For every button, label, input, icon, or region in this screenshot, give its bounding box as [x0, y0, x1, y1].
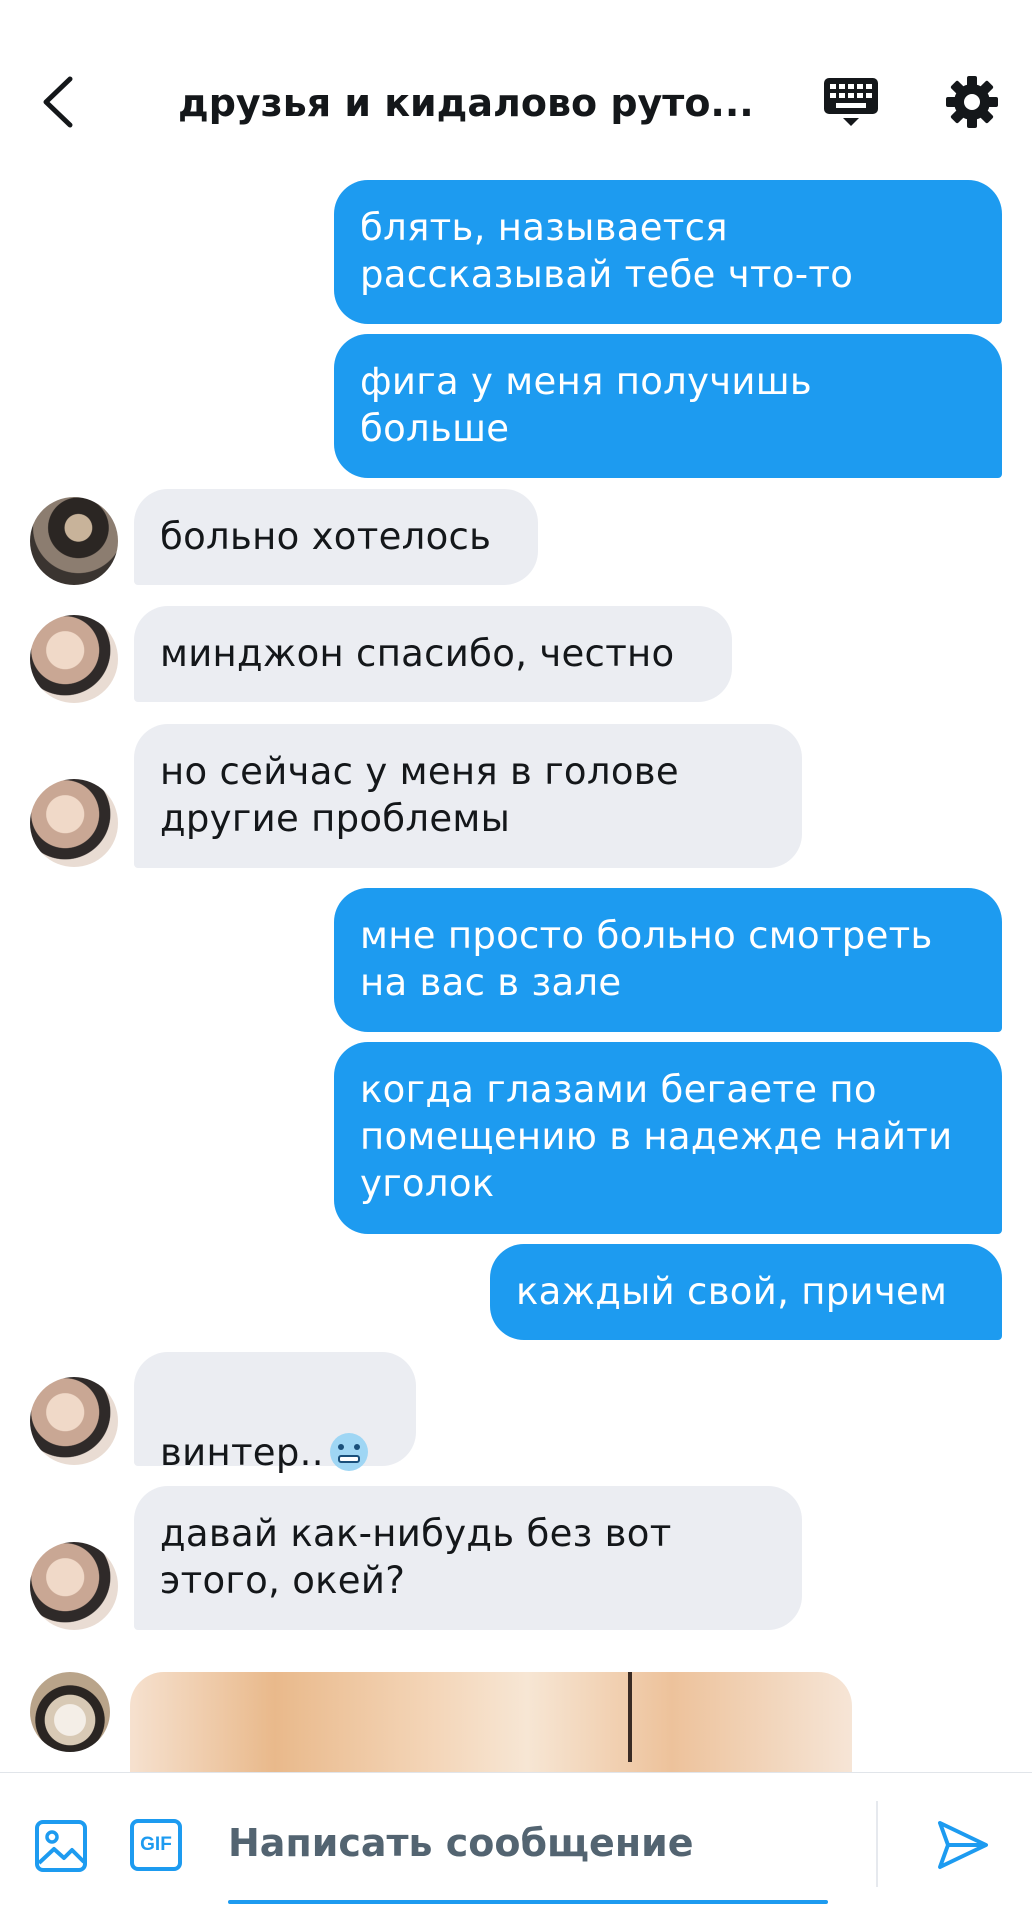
image-icon [35, 1820, 87, 1872]
send-button[interactable] [936, 1817, 990, 1877]
incoming-message[interactable]: больно хотелось [134, 489, 538, 585]
keyboard-icon [824, 78, 878, 126]
settings-button[interactable] [944, 74, 1000, 130]
add-photo-button[interactable] [34, 1819, 88, 1877]
outgoing-message[interactable]: когда глазами бегаете по помещению в над… [334, 1042, 1002, 1234]
avatar[interactable] [30, 615, 118, 703]
message-input[interactable]: Написать сообщение [228, 1811, 693, 1875]
outgoing-message[interactable]: каждый свой, причем [490, 1244, 1002, 1340]
outgoing-message[interactable]: фига у меня получишь больше [334, 334, 1002, 478]
back-button[interactable] [34, 74, 80, 130]
incoming-message[interactable]: винтер.. [134, 1352, 416, 1474]
chat-header: друзья и кидалово руто... [0, 0, 1032, 170]
gear-icon [946, 76, 998, 128]
outgoing-message[interactable]: блять, называется рассказывай тебе что-т… [334, 180, 1002, 324]
message-text: винтер.. [160, 1431, 324, 1474]
avatar[interactable] [30, 497, 118, 585]
send-icon [938, 1821, 988, 1869]
avatar[interactable] [30, 1542, 118, 1630]
avatar[interactable] [30, 779, 118, 867]
cold-face-emoji-icon [329, 1433, 368, 1471]
incoming-message[interactable]: минджон спасибо, честно [134, 606, 732, 702]
chevron-left-icon [43, 76, 73, 128]
message-composer: GIF Написать сообщение [0, 1772, 1032, 1920]
keyboard-button[interactable] [822, 74, 880, 130]
avatar[interactable] [30, 1377, 118, 1465]
gif-button[interactable]: GIF [130, 1819, 182, 1871]
composer-divider [876, 1801, 878, 1887]
gif-icon: GIF [130, 1819, 182, 1871]
input-focus-underline [228, 1900, 828, 1904]
conversation-title[interactable]: друзья и кидалово руто... [178, 76, 758, 130]
outgoing-message[interactable]: мне просто больно смотреть на вас в зале [334, 888, 1002, 1032]
avatar[interactable] [30, 1672, 110, 1752]
incoming-message[interactable]: давай как-нибудь без вот этого, окей? [134, 1486, 802, 1630]
incoming-message[interactable]: но сейчас у меня в голове другие проблем… [134, 724, 802, 868]
